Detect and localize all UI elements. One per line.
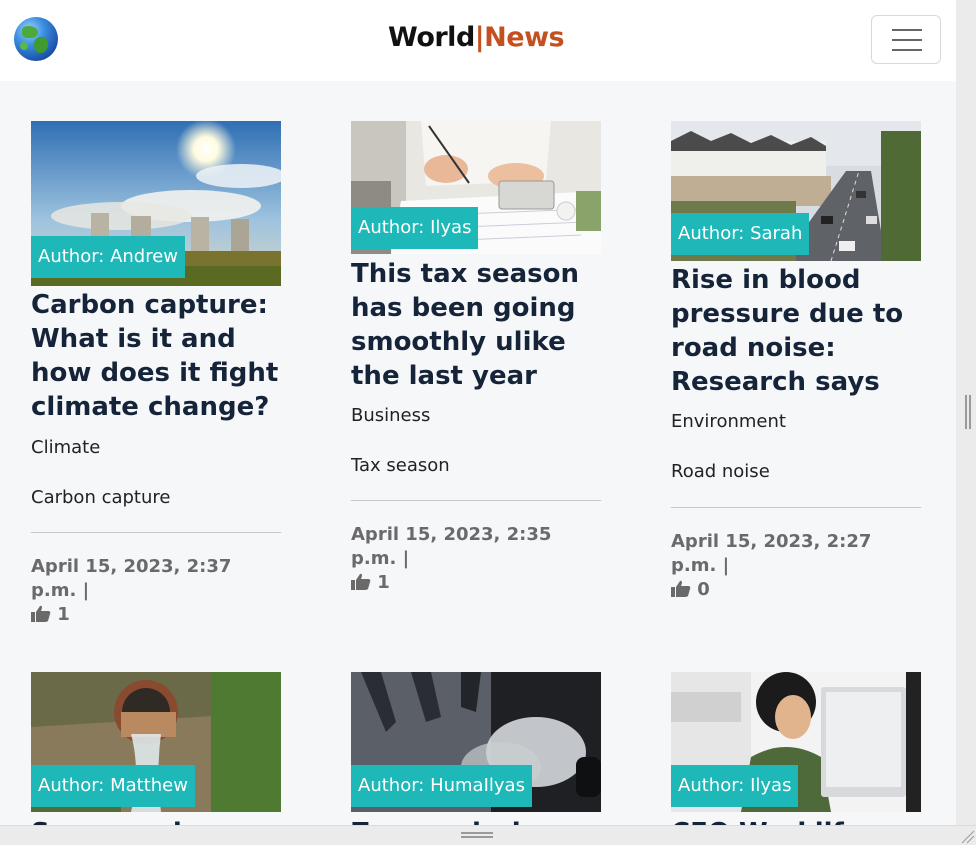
divider — [351, 500, 601, 501]
scrollbar-grip-icon[interactable] — [965, 395, 967, 429]
brand-part-news: News — [484, 22, 565, 53]
article-title[interactable]: Rise in blood pressure due to road noise… — [671, 263, 921, 399]
navbar: World|News — [0, 0, 956, 81]
brand-logo[interactable]: World|News — [388, 22, 565, 53]
article-tag: Carbon capture — [31, 487, 171, 508]
article-category: Climate — [31, 437, 101, 458]
globe-icon[interactable] — [14, 17, 58, 61]
divider — [671, 507, 921, 508]
author-badge: Author: HumaIlyas — [351, 765, 532, 807]
hamburger-menu-icon[interactable] — [871, 15, 941, 64]
thumbs-up-icon[interactable] — [351, 573, 371, 590]
article-category: Business — [351, 405, 431, 426]
article-title[interactable]: Carbon capture: What is it and how does … — [31, 288, 281, 424]
article-footer: April 15, 2023, 2:27 p.m. | 0 — [671, 530, 921, 602]
article-date: April 15, 2023, 2:37 p.m. | — [31, 556, 232, 601]
brand-part-world: World — [388, 22, 475, 53]
article-date: April 15, 2023, 2:27 p.m. | — [671, 531, 872, 576]
resize-handle-icon[interactable] — [956, 825, 976, 845]
like-count: 0 — [697, 579, 710, 600]
like-count: 1 — [57, 604, 70, 625]
brand-separator: | — [474, 22, 485, 53]
like-count: 1 — [377, 572, 390, 593]
horizontal-grip-icon[interactable] — [461, 832, 493, 834]
horizontal-scrollbar[interactable] — [0, 825, 976, 845]
author-badge: Author: Andrew — [31, 236, 186, 278]
article-tag: Road noise — [671, 461, 770, 482]
author-badge: Author: Ilyas — [351, 207, 479, 249]
article-tag: Tax season — [351, 455, 450, 476]
article-category: Environment — [671, 411, 786, 432]
author-badge: Author: Sarah — [671, 213, 810, 255]
article-footer: April 15, 2023, 2:35 p.m. | 1 — [351, 523, 601, 595]
author-badge: Author: Ilyas — [671, 765, 799, 807]
article-date: April 15, 2023, 2:35 p.m. | — [351, 524, 552, 569]
thumbs-up-icon[interactable] — [671, 580, 691, 597]
author-badge: Author: Matthew — [31, 765, 195, 807]
article-title[interactable]: This tax season has been going smoothly … — [351, 257, 601, 393]
thumbs-up-icon[interactable] — [31, 605, 51, 622]
divider — [31, 532, 281, 533]
article-footer: April 15, 2023, 2:37 p.m. | 1 — [31, 555, 281, 627]
